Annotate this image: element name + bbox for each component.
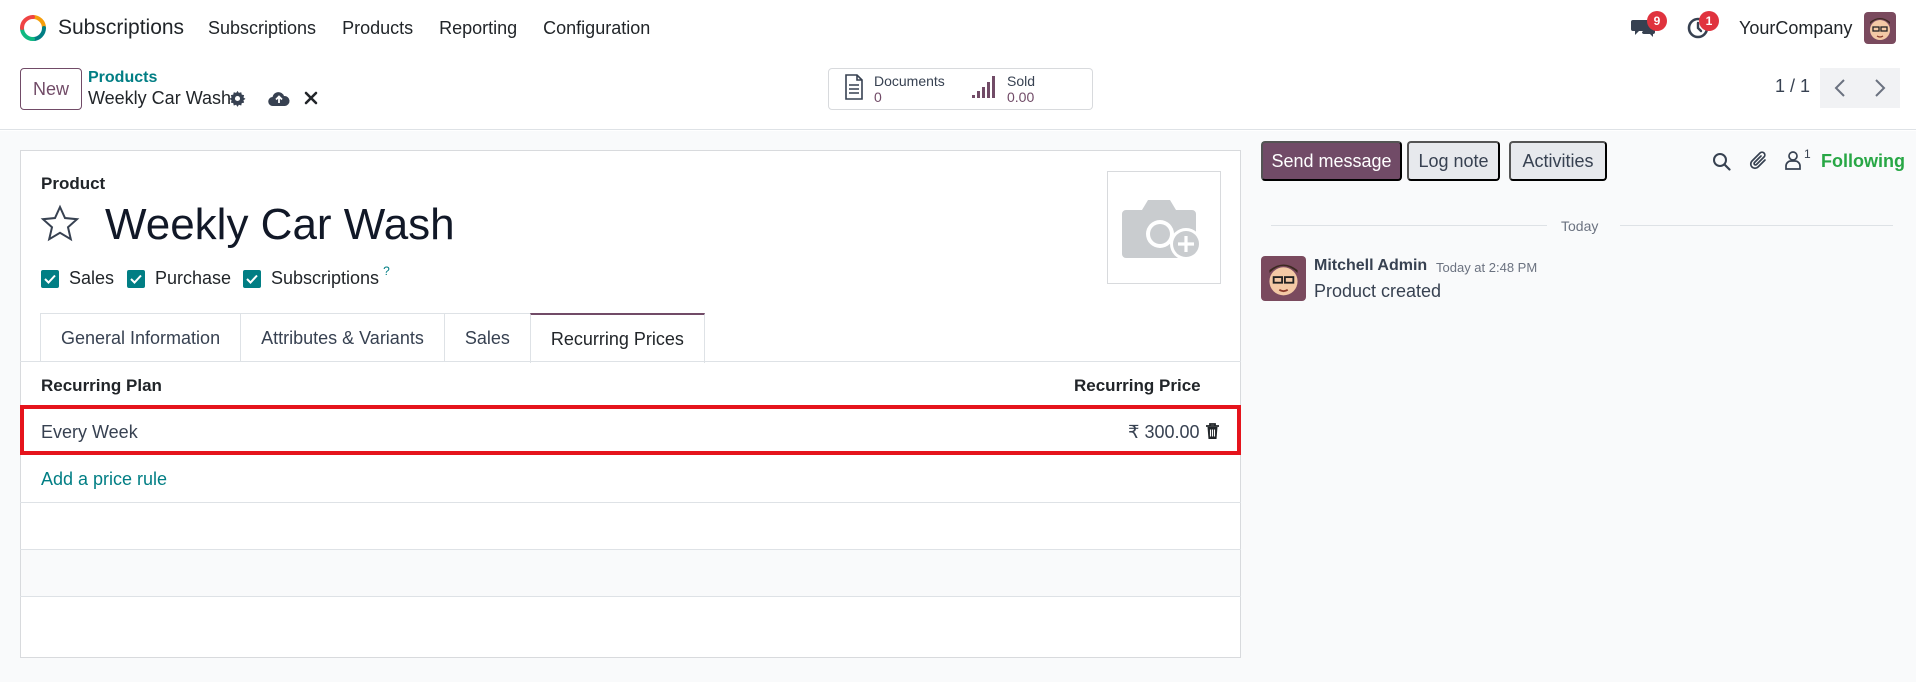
company-switcher[interactable]: YourCompany [1739,18,1852,39]
date-separator-line [1620,225,1893,226]
product-label: Product [41,174,106,193]
discard-close-icon[interactable] [304,91,318,110]
user-avatar[interactable] [1864,12,1896,44]
favorite-star-icon[interactable] [40,204,80,249]
log-note-button[interactable]: Log note [1407,141,1500,181]
row-divider [20,596,1241,597]
chevron-left-icon [1834,79,1845,97]
messages-badge: 9 [1647,11,1667,31]
check-icon[interactable] [127,269,145,288]
documents-stat-button[interactable]: Documents 0 [828,68,964,110]
table-row[interactable] [20,405,1241,455]
sold-label: Sold [1007,73,1036,89]
product-image-upload[interactable] [1107,171,1221,284]
subscriptions-checkbox-label: Subscriptions [271,268,380,288]
search-icon[interactable] [1712,152,1731,176]
menu-products[interactable]: Products [342,18,413,39]
recurring-plan-cell[interactable]: Every Week [41,422,138,443]
notebook-tabs: General Information Attributes & Variant… [40,313,705,363]
paperclip-icon[interactable] [1749,151,1769,176]
message-body: Product created [1314,281,1442,301]
breadcrumb-products[interactable]: Products [88,69,157,87]
trash-icon[interactable] [1205,423,1220,445]
tab-recurring-prices[interactable]: Recurring Prices [529,313,705,363]
activities-button[interactable]: Activities [1509,141,1607,181]
add-price-rule-link[interactable]: Add a price rule [41,469,167,490]
help-tooltip[interactable]: ? [383,264,390,278]
empty-table-row [21,550,1240,596]
date-separator: Today [1561,218,1599,234]
save-cloud-icon[interactable] [268,90,290,112]
signal-bars-icon [971,75,999,104]
pager-previous-button[interactable] [1820,68,1860,108]
top-navbar: Subscriptions Subscriptions Products Rep… [0,0,1916,56]
followers-icon[interactable] [1784,150,1802,175]
following-toggle[interactable]: Following [1821,151,1905,172]
new-button[interactable]: New [20,68,82,110]
menu-subscriptions[interactable]: Subscriptions [208,18,316,39]
documents-count: 0 [874,89,882,105]
subscriptions-checkbox[interactable]: Subscriptions ? [243,264,390,289]
activities-badge: 1 [1699,11,1719,31]
document-icon [844,73,864,105]
followers-count[interactable]: 1 [1804,147,1811,161]
message-author[interactable]: Mitchell Admin [1314,257,1427,275]
row-divider [20,502,1241,503]
pager-value[interactable]: 1 / 1 [1775,76,1810,97]
tab-divider [20,361,1241,362]
sold-stat-button[interactable]: Sold 0.00 [963,68,1093,110]
purchase-checkbox-label: Purchase [155,268,232,288]
chevron-right-icon [1875,79,1886,97]
date-separator-line [1271,225,1547,226]
main-menu: Subscriptions Products Reporting Configu… [208,18,676,39]
menu-reporting[interactable]: Reporting [439,18,517,39]
message-timestamp: Today at 2:48 PM [1436,260,1538,275]
sales-checkbox[interactable]: Sales [41,268,114,289]
subscriptions-app-icon[interactable] [19,14,47,42]
tab-attributes-variants[interactable]: Attributes & Variants [240,313,445,362]
purchase-checkbox[interactable]: Purchase [127,268,231,289]
tab-general-information[interactable]: General Information [40,313,242,362]
gear-icon[interactable] [229,90,246,112]
recurring-price-cell[interactable]: ₹ 300.00 [1128,422,1200,443]
camera-add-icon [1122,199,1202,260]
control-panel: New Products Weekly Car Wash Documents 0 [0,56,1916,130]
sales-checkbox-label: Sales [69,268,115,288]
documents-label: Documents [874,73,945,89]
column-header-recurring-price[interactable]: Recurring Price [1074,376,1201,396]
sold-value: 0.00 [1007,89,1035,105]
pager-next-button[interactable] [1860,68,1900,108]
breadcrumb-current: Weekly Car Wash [88,88,232,108]
row-divider [20,549,1241,550]
send-message-button[interactable]: Send message [1261,141,1402,181]
menu-configuration[interactable]: Configuration [543,18,650,39]
column-header-recurring-plan[interactable]: Recurring Plan [41,376,162,396]
check-icon[interactable] [243,269,261,288]
product-name-field[interactable]: Weekly Car Wash [105,200,455,250]
app-name[interactable]: Subscriptions [58,16,184,40]
tab-sales[interactable]: Sales [443,313,531,362]
check-icon[interactable] [41,269,59,288]
author-avatar[interactable] [1261,256,1306,301]
